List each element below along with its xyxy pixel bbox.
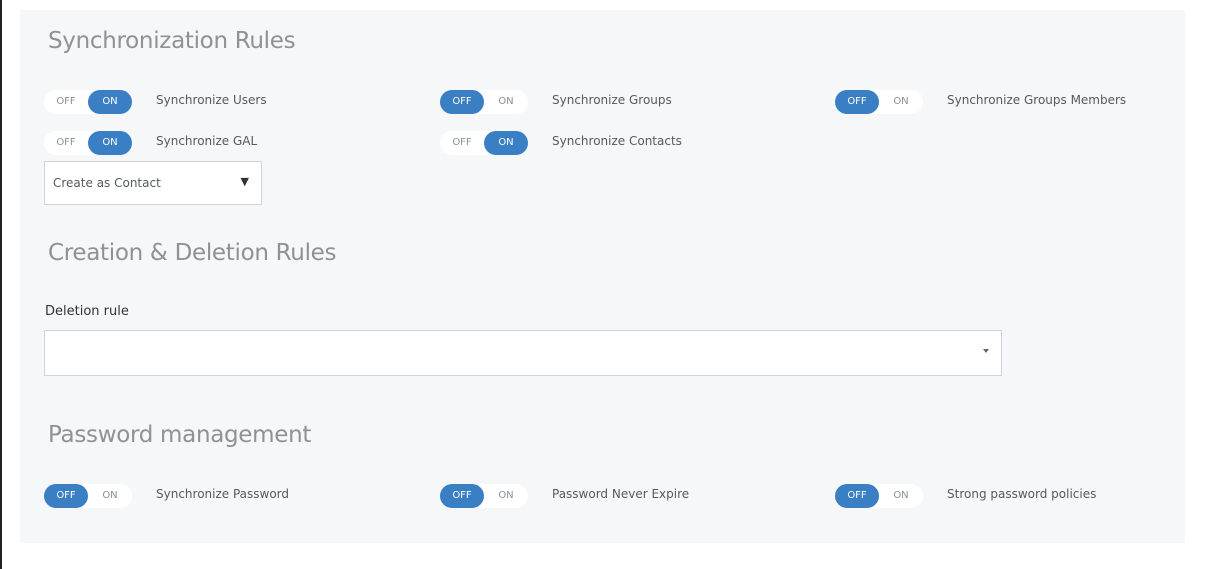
deletion-rule-select[interactable] — [44, 330, 1002, 376]
password-management-title: Password management — [48, 422, 312, 448]
switch-on-option[interactable]: ON — [88, 90, 132, 114]
switch[interactable]: OFF ON — [440, 90, 528, 114]
switch-off-option[interactable]: OFF — [44, 90, 88, 114]
switch[interactable]: OFF ON — [44, 484, 132, 508]
switch-on-option[interactable]: ON — [484, 484, 528, 508]
caret-down-icon — [983, 349, 989, 353]
toggle-sync-groups-members[interactable]: OFF ON — [835, 90, 947, 114]
sync-rules-title: Synchronization Rules — [48, 28, 296, 54]
settings-panel: Synchronization Rules OFF ON Synchronize… — [20, 10, 1185, 543]
switch-off-option[interactable]: OFF — [440, 484, 484, 508]
switch-off-option[interactable]: OFF — [440, 90, 484, 114]
switch-on-option[interactable]: ON — [879, 484, 923, 508]
toggle-strong-password-policies[interactable]: OFF ON — [835, 484, 947, 508]
toggle-sync-gal[interactable]: OFF ON — [44, 131, 156, 155]
toggle-sync-groups[interactable]: OFF ON — [440, 90, 552, 114]
gal-mode-value: Create as Contact — [53, 176, 161, 190]
toggle-label-sync-groups-members: Synchronize Groups Members — [947, 93, 1127, 107]
switch-off-option[interactable]: OFF — [835, 484, 879, 508]
toggle-label-sync-gal: Synchronize GAL — [156, 134, 258, 148]
switch-off-option[interactable]: OFF — [835, 90, 879, 114]
toggle-sync-contacts[interactable]: OFF ON — [440, 131, 552, 155]
toggle-password-never-expire[interactable]: OFF ON — [440, 484, 552, 508]
switch[interactable]: OFF ON — [835, 484, 923, 508]
toggle-label-sync-password: Synchronize Password — [156, 487, 290, 501]
deletion-rule-label: Deletion rule — [45, 304, 129, 319]
gal-mode-select[interactable]: Create as Contact ▼ — [44, 161, 262, 205]
switch[interactable]: OFF ON — [440, 484, 528, 508]
toggle-label-password-never-expire: Password Never Expire — [552, 487, 690, 501]
switch-on-option[interactable]: ON — [484, 90, 528, 114]
toggle-label-strong-password-policies: Strong password policies — [947, 487, 1097, 501]
switch-on-option[interactable]: ON — [88, 131, 132, 155]
switch-off-option[interactable]: OFF — [44, 484, 88, 508]
switch[interactable]: OFF ON — [44, 90, 132, 114]
creation-rules-title: Creation & Deletion Rules — [48, 240, 337, 266]
switch-off-option[interactable]: OFF — [44, 131, 88, 155]
switch-on-option[interactable]: ON — [484, 131, 528, 155]
toggle-label-sync-users: Synchronize Users — [156, 93, 267, 107]
switch-on-option[interactable]: ON — [88, 484, 132, 508]
toggle-sync-password[interactable]: OFF ON — [44, 484, 156, 508]
toggle-label-sync-contacts: Synchronize Contacts — [552, 134, 682, 148]
switch-off-option[interactable]: OFF — [440, 131, 484, 155]
switch[interactable]: OFF ON — [440, 131, 528, 155]
toggle-label-sync-groups: Synchronize Groups — [552, 93, 672, 107]
toggle-sync-users[interactable]: OFF ON — [44, 90, 156, 114]
dropdown-arrow-icon: ▼ — [240, 175, 249, 188]
switch-on-option[interactable]: ON — [879, 90, 923, 114]
switch[interactable]: OFF ON — [44, 131, 132, 155]
switch[interactable]: OFF ON — [835, 90, 923, 114]
